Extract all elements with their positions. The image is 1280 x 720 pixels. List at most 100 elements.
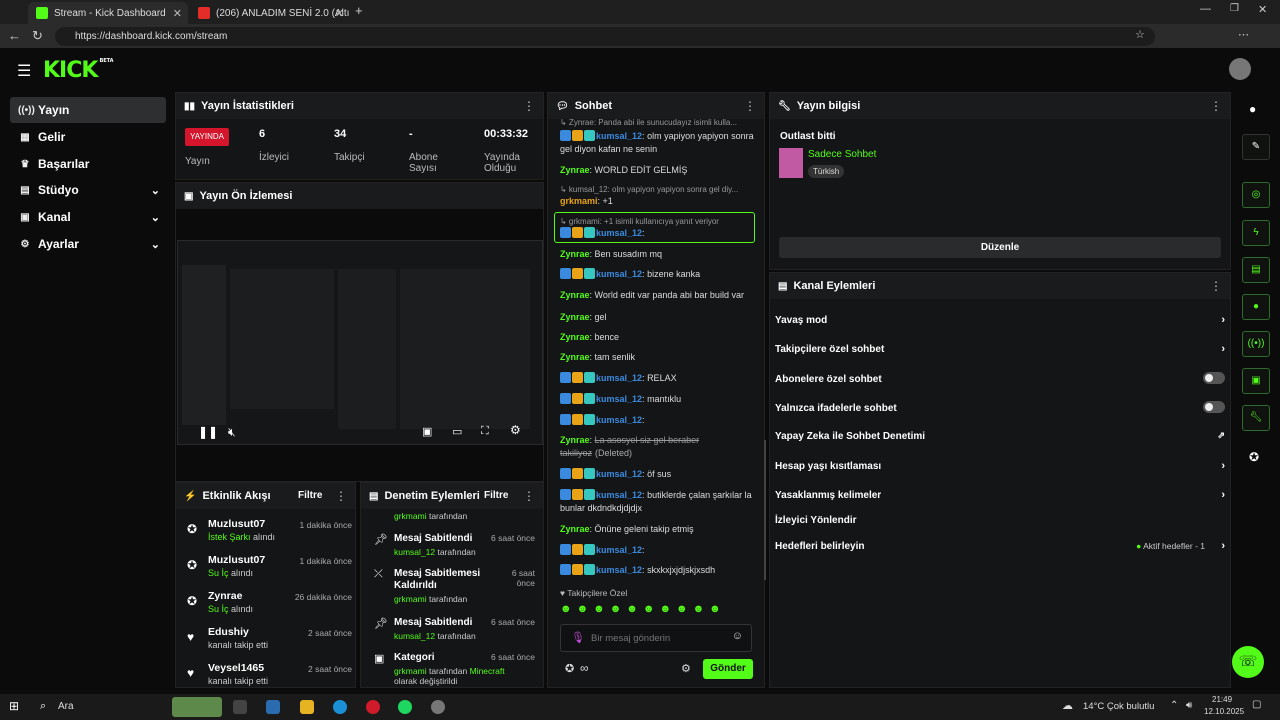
- action-row-ai-moderation[interactable]: Yapay Zeka ile Sohbet Denetimi ⇗: [775, 430, 1225, 442]
- chat-input-box[interactable]: 🎙︎ ☺: [560, 624, 752, 652]
- pause-icon[interactable]: ❚❚: [198, 425, 218, 439]
- chat-message[interactable]: kumsal_12:: [560, 544, 755, 557]
- chat-message[interactable]: kumsal_12: bizene kanka: [560, 268, 755, 281]
- chat-username[interactable]: kumsal_12: [596, 269, 642, 279]
- kebab-menu-icon[interactable]: ⋮: [523, 489, 535, 503]
- file-explorer-icon[interactable]: [300, 700, 314, 714]
- edit-pencil-icon[interactable]: ✎: [1242, 134, 1270, 160]
- camera-icon[interactable]: ◎: [1242, 182, 1270, 208]
- action-row-account-age[interactable]: Hesap yaşı kısıtlaması ›: [775, 460, 1225, 472]
- maximize-icon[interactable]: ❐: [1230, 3, 1239, 14]
- chat-username[interactable]: Zynrae: [560, 435, 590, 445]
- sidebar-item-ayarlar[interactable]: ⚙ Ayarlar ⌄: [10, 231, 166, 257]
- refresh-icon[interactable]: ↻: [32, 28, 43, 44]
- action-row-raid[interactable]: İzleyici Yönlendir: [775, 515, 1225, 526]
- new-tab-icon[interactable]: +: [355, 3, 363, 18]
- moderation-filter-button[interactable]: Filtre: [484, 490, 508, 501]
- document-icon[interactable]: ▤: [1242, 257, 1270, 283]
- kebab-menu-icon[interactable]: ⋮: [523, 99, 535, 113]
- chat-username[interactable]: Zynrae: [560, 332, 590, 342]
- activity-filter-button[interactable]: Filtre: [298, 490, 322, 501]
- sidebar-item-kanal[interactable]: ▣ Kanal ⌄: [10, 204, 166, 230]
- taskbar-search-label[interactable]: Ara: [58, 701, 74, 712]
- emoji-icon[interactable]: ☺: [732, 630, 743, 642]
- search-icon[interactable]: ⌕: [40, 700, 46, 713]
- sidebar-item-yayin[interactable]: ((•)) Yayın: [10, 97, 166, 123]
- kebab-menu-icon[interactable]: ⋮: [1210, 99, 1222, 113]
- print-icon[interactable]: ▣: [1242, 368, 1270, 394]
- kebab-menu-icon[interactable]: ⋮: [335, 489, 347, 503]
- volume-icon[interactable]: 🔊︎: [1186, 700, 1192, 711]
- theater-icon[interactable]: ▭: [452, 425, 462, 438]
- chat-message[interactable]: kumsal_12: olm yapiyon yapiyon sonra gel…: [560, 130, 755, 156]
- chat-message[interactable]: Zynrae: Önüne geleni takip etmiş: [560, 523, 755, 536]
- obs-icon[interactable]: [431, 700, 445, 714]
- chat-message[interactable]: Zynrae: WORLD EDİT GELMİŞ: [560, 164, 755, 177]
- opera-browser-icon[interactable]: [366, 700, 380, 714]
- hamburger-menu-icon[interactable]: ☰: [17, 61, 31, 81]
- chat-username[interactable]: kumsal_12: [596, 565, 642, 575]
- chat-message[interactable]: kumsal_12:: [560, 414, 755, 427]
- gear-icon[interactable]: ⚙: [510, 423, 521, 437]
- sidebar-item-gelir[interactable]: ▦ Gelir: [10, 124, 166, 150]
- chat-message[interactable]: kumsal_12: mantıklu: [560, 393, 755, 406]
- action-row-goals[interactable]: Hedefleri belirleyin ● Aktif hedefler - 1…: [775, 540, 1225, 552]
- chat-username[interactable]: Zynrae: [560, 352, 590, 362]
- chat-username[interactable]: Zynrae: [560, 165, 590, 175]
- browser-tab-youtube[interactable]: (206) ANLADIM SENİ 2.0 (Altında ✕: [190, 2, 350, 24]
- minimize-icon[interactable]: —: [1200, 3, 1211, 15]
- infinity-icon[interactable]: ∞: [580, 661, 589, 675]
- chat-username[interactable]: kumsal_12: [596, 394, 642, 404]
- close-window-icon[interactable]: ✕: [1258, 3, 1267, 16]
- chat-username[interactable]: Zynrae: [560, 312, 590, 322]
- chat-message[interactable]: Zynrae: bence: [560, 331, 755, 344]
- task-view-icon[interactable]: [233, 700, 247, 714]
- close-tab-icon[interactable]: ✕: [335, 7, 344, 20]
- bolt-icon[interactable]: ϟ: [1242, 220, 1270, 246]
- avatar[interactable]: [1229, 58, 1251, 80]
- weather-label[interactable]: 14°C Çok bulutlu: [1083, 701, 1154, 712]
- emotes-only-toggle[interactable]: [1203, 401, 1225, 413]
- clock-time[interactable]: 21:49: [1212, 695, 1232, 704]
- sidebar-item-basarilar[interactable]: ♛ Başarılar: [10, 151, 166, 177]
- chat-username[interactable]: kumsal_12: [596, 415, 642, 425]
- chat-username[interactable]: kumsal_12: [596, 469, 642, 479]
- store-icon[interactable]: [266, 700, 280, 714]
- chat-message[interactable]: Zynrae: Lа asosyel siz gel beraber takil…: [560, 434, 755, 460]
- action-row-banned-words[interactable]: Yasaklanmış kelimeler ›: [775, 489, 1225, 501]
- chat-username[interactable]: Zynrae: [560, 524, 590, 534]
- action-row-slow-mode[interactable]: Yavaş mod ›: [775, 314, 1225, 326]
- chat-message[interactable]: Zynrae: tam senlik: [560, 351, 755, 364]
- action-row-followers-only[interactable]: Takipçilere özel sohbet ›: [775, 343, 1225, 355]
- edit-button[interactable]: Düzenle: [779, 237, 1221, 258]
- chat-message[interactable]: kumsal_12: RELAX: [560, 372, 755, 385]
- back-icon[interactable]: ←: [8, 28, 21, 43]
- edge-browser-icon[interactable]: [333, 700, 347, 714]
- favorite-star-icon[interactable]: ☆: [1135, 28, 1145, 41]
- support-chat-button[interactable]: ☏: [1232, 646, 1264, 678]
- browser-menu-icon[interactable]: ⋯: [1238, 28, 1249, 41]
- chat-message[interactable]: Zynrae: World edit var panda abi bar bui…: [560, 289, 755, 302]
- kebab-menu-icon[interactable]: ⋮: [1210, 279, 1222, 293]
- microphone-icon[interactable]: 🎙︎: [571, 631, 585, 644]
- help-icon[interactable]: ●: [1249, 102, 1256, 116]
- clock-date[interactable]: 12.10.2025: [1204, 707, 1244, 716]
- chat-username[interactable]: kumsal_12: [596, 373, 642, 383]
- gear-icon[interactable]: ⚙: [681, 662, 691, 675]
- windows-start-icon[interactable]: ⊞: [9, 699, 19, 713]
- chat-username[interactable]: kumsal_12: [596, 131, 642, 141]
- tray-chevron-icon[interactable]: ⌃: [1170, 700, 1178, 711]
- chat-message[interactable]: Zynrae: Ben susadım mq: [560, 248, 755, 261]
- spotify-icon[interactable]: [398, 700, 412, 714]
- gift-icon[interactable]: ✪: [565, 662, 574, 675]
- wrench-icon[interactable]: 🔧︎: [1242, 405, 1270, 431]
- video-player[interactable]: ❚❚ 🔇︎ ▣ ▭ ⛶ ⚙: [177, 240, 543, 445]
- fullscreen-icon[interactable]: ⛶: [481, 425, 489, 438]
- chat-message[interactable]: Zynrae: gel: [560, 311, 755, 324]
- close-tab-icon[interactable]: ✕: [173, 7, 182, 20]
- chat-message[interactable]: kumsal_12: skxkxjxjdjskjxsdh: [560, 564, 755, 577]
- send-button[interactable]: Gönder: [703, 659, 753, 679]
- chat-bubble-icon[interactable]: ●: [1242, 294, 1270, 320]
- chat-message[interactable]: kumsal_12: butiklerde çalan şarkılar la …: [560, 489, 755, 515]
- chat-reply-context[interactable]: ↳ Zynrae: Panda abi ile sunucudayız isim…: [560, 116, 755, 129]
